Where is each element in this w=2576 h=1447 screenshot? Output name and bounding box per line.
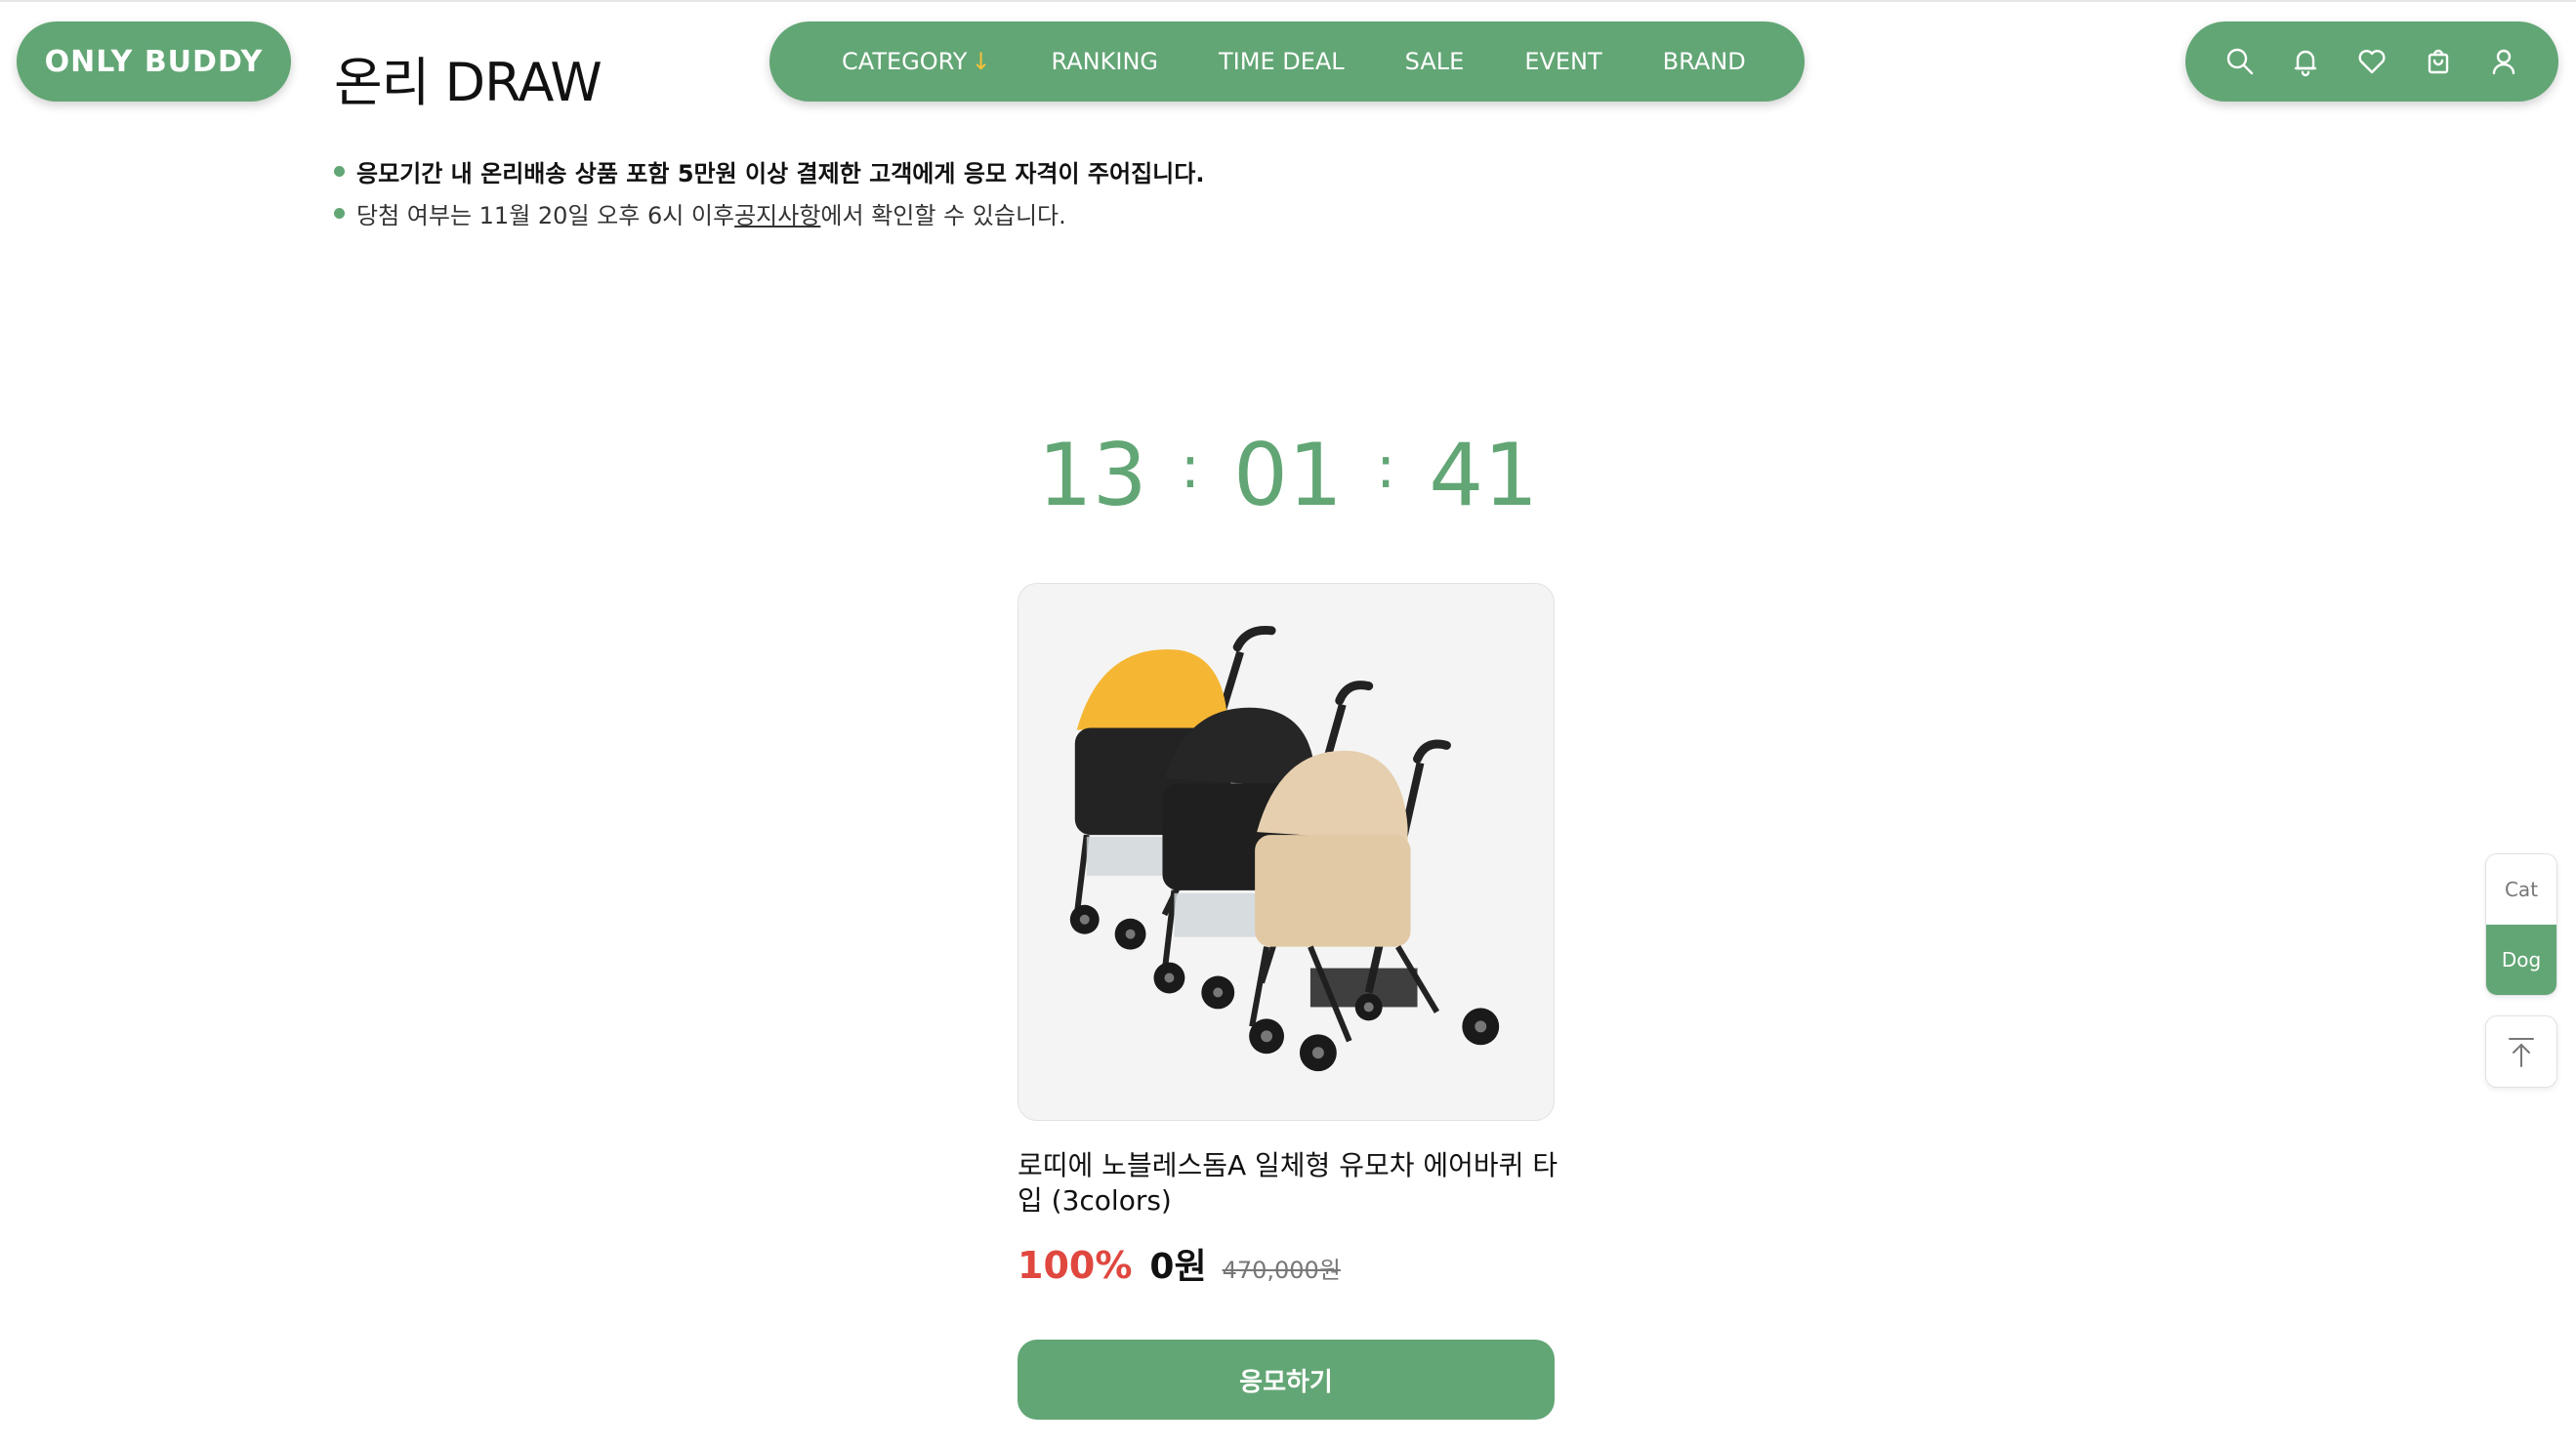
page-title: 온리 DRAW xyxy=(334,52,602,113)
scroll-top-button[interactable] xyxy=(2485,1015,2557,1088)
stroller-illustration xyxy=(1069,625,1500,1072)
notification-button[interactable] xyxy=(2281,37,2330,86)
arrow-up-to-top-icon xyxy=(2509,1038,2534,1067)
bell-icon xyxy=(2295,50,2317,77)
toggle-dog[interactable]: Dog xyxy=(2486,925,2556,995)
product-image[interactable] xyxy=(1018,583,1555,1121)
account-button[interactable] xyxy=(2479,37,2528,86)
top-divider xyxy=(0,0,2576,2)
nav-sale[interactable]: SALE xyxy=(1405,48,1465,75)
price-row: 100% 0원 470,000원 xyxy=(1018,1238,1341,1289)
nav-ranking[interactable]: RANKING xyxy=(1052,48,1158,75)
notice-winner-text-after: 에서 확인할 수 있습니다. xyxy=(820,202,1066,229)
nav-category-label: CATEGORY xyxy=(842,48,968,75)
logo-text: ONLY BUDDY xyxy=(44,44,264,79)
nav-brand[interactable]: BRAND xyxy=(1663,48,1746,75)
nav-category[interactable]: CATEGORY ↓ xyxy=(842,48,991,75)
countdown-separator: : xyxy=(1375,433,1396,502)
pet-type-toggle: Cat Dog xyxy=(2485,853,2557,996)
notice-eligibility: 응모기간 내 온리배송 상품 포함 5만원 이상 결제한 고객에게 응모 자격이… xyxy=(334,154,1204,188)
sale-price: 0원 xyxy=(1149,1247,1207,1287)
notice-eligibility-text: 응모기간 내 온리배송 상품 포함 5만원 이상 결제한 고객에게 응모 자격이… xyxy=(356,160,1205,187)
stroller-beige xyxy=(1249,739,1500,1072)
notice-link[interactable]: 공지사항 xyxy=(734,196,820,230)
toggle-cat[interactable]: Cat xyxy=(2486,854,2556,925)
logo-button[interactable]: ONLY BUDDY xyxy=(17,21,291,102)
nav-time-deal[interactable]: TIME DEAL xyxy=(1219,48,1345,75)
bullet-dot xyxy=(334,208,345,219)
notice-winner: 당첨 여부는 11월 20일 오후 6시 이후 공지사항 에서 확인할 수 있습니… xyxy=(334,196,1066,230)
header-icons xyxy=(2185,21,2558,102)
search-icon xyxy=(2226,48,2253,75)
bullet-dot xyxy=(334,166,345,177)
cart-icon xyxy=(2428,49,2448,74)
wishlist-button[interactable] xyxy=(2347,37,2396,86)
cart-button[interactable] xyxy=(2414,37,2463,86)
search-button[interactable] xyxy=(2216,37,2264,86)
countdown-separator: : xyxy=(1180,433,1200,502)
apply-button[interactable]: 응모하기 xyxy=(1018,1340,1555,1420)
heart-icon xyxy=(2358,50,2386,74)
countdown-minutes: 01 xyxy=(1233,425,1343,525)
arrow-down-icon: ↓ xyxy=(971,48,991,75)
nav-event[interactable]: EVENT xyxy=(1524,48,1601,75)
countdown-hours: 13 xyxy=(1037,425,1147,525)
original-price: 470,000원 xyxy=(1222,1257,1341,1284)
countdown-timer: 13 : 01 : 41 xyxy=(0,425,2576,525)
countdown-seconds: 41 xyxy=(1429,425,1539,525)
main-nav: CATEGORY ↓ RANKING TIME DEAL SALE EVENT … xyxy=(769,21,1805,102)
product-name[interactable]: 로띠에 노블레스돔A 일체형 유모차 에어바퀴 타입 (3colors) xyxy=(1018,1148,1564,1219)
discount-rate: 100% xyxy=(1018,1244,1133,1287)
notice-winner-text-before: 당첨 여부는 11월 20일 오후 6시 이후 xyxy=(356,202,735,229)
user-icon xyxy=(2492,49,2515,75)
